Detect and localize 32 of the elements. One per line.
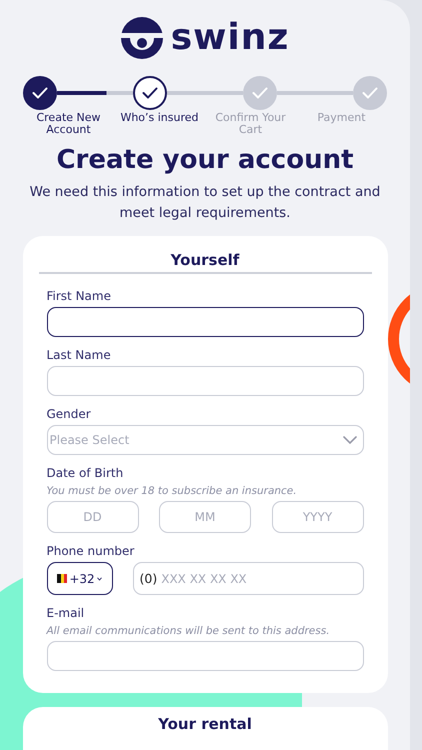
- page-title: Create your account: [56, 144, 354, 177]
- date-field[interactable]: DD: [46, 501, 138, 533]
- step-label: Create New Account: [35, 110, 102, 136]
- logo-icon: [120, 17, 163, 59]
- logo-text: swinz: [170, 20, 290, 56]
- select-field[interactable]: Please Select: [46, 425, 364, 455]
- step-label: Payment: [316, 110, 367, 126]
- text-field[interactable]: [46, 307, 364, 337]
- phone-field[interactable]: (0) XXX XX XX XX: [132, 562, 364, 595]
- check-icon: [252, 87, 268, 99]
- check-icon: [362, 87, 378, 99]
- step-label: Confirm Your Cart: [214, 110, 287, 136]
- date-field[interactable]: YYYY: [272, 501, 364, 533]
- country-code-select[interactable]: +32: [46, 562, 112, 595]
- step-label: Who’s insured: [119, 110, 200, 126]
- field-hint: You must be over 18 to subscribe an insurance.: [46, 484, 297, 498]
- field-label: E-mail: [46, 605, 84, 621]
- section-heading: Yourself: [170, 250, 240, 271]
- page-subtitle: We need this information to set up the contract and meet legal requirements.: [28, 183, 382, 223]
- field-label: First Name: [46, 288, 111, 304]
- check-icon: [32, 87, 48, 99]
- chevron-down-icon: [342, 436, 356, 444]
- select-placeholder: Please Select: [50, 433, 130, 447]
- date-field[interactable]: MM: [159, 501, 251, 533]
- field-label: Date of Birth: [46, 465, 124, 481]
- check-icon: [142, 87, 158, 99]
- section-heading: Your rental: [158, 716, 252, 735]
- field-label: Phone number: [46, 543, 134, 559]
- field-label: Gender: [46, 406, 91, 422]
- field-label: Last Name: [46, 347, 111, 363]
- caret-icon: [96, 576, 102, 580]
- field-hint: All email communications will be sent to this address.: [46, 624, 330, 638]
